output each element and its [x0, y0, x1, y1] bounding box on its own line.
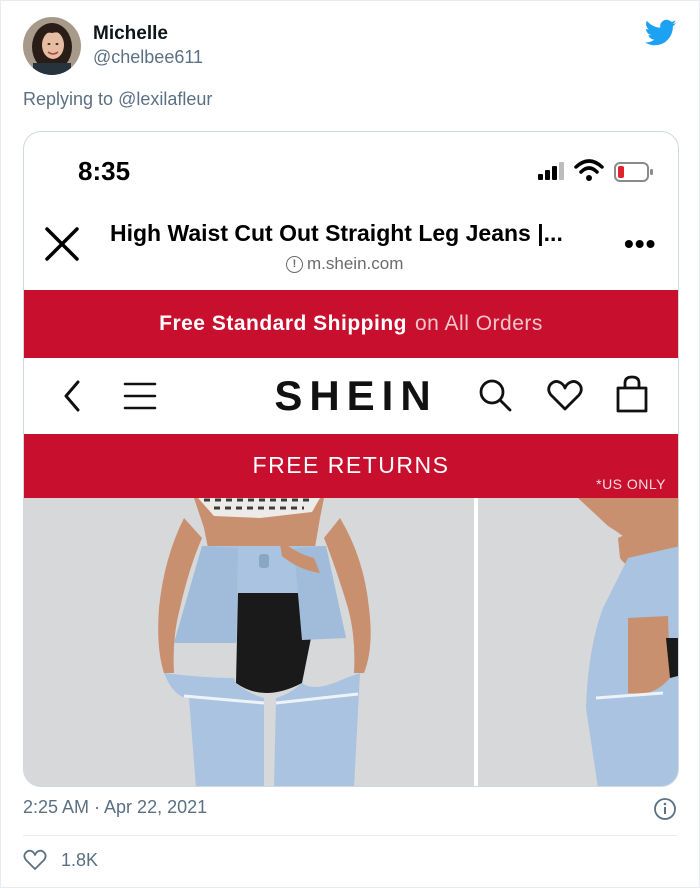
wifi-icon: [574, 159, 604, 181]
browser-url[interactable]: ! m.shein.com: [286, 254, 403, 274]
shipping-banner-light: on All Orders: [414, 312, 543, 335]
browser-page-title: High Waist Cut Out Straight Leg Jeans |.…: [110, 220, 563, 246]
like-action[interactable]: 1.8K: [23, 849, 98, 871]
reply-prefix: Replying to: [23, 89, 114, 109]
product-photos: [24, 498, 678, 786]
divider: [23, 835, 677, 836]
twitter-bird-icon[interactable]: [645, 19, 677, 47]
reply-mention-link[interactable]: @lexilafleur: [118, 89, 212, 109]
shopping-bag-icon[interactable]: [614, 374, 650, 414]
shipping-banner-strong: Free Standard Shipping: [159, 312, 407, 335]
product-photo-side[interactable]: [478, 498, 678, 786]
product-photo-front[interactable]: [24, 498, 474, 786]
like-heart-icon[interactable]: [23, 849, 47, 871]
returns-banner-note: *US ONLY: [596, 476, 666, 492]
site-info-icon[interactable]: !: [286, 255, 303, 273]
battery-icon: [614, 162, 653, 182]
browser-url-text: m.shein.com: [307, 254, 404, 273]
avatar[interactable]: [23, 17, 81, 75]
reply-context: Replying to @lexilafleur: [23, 89, 212, 110]
embedded-screenshot[interactable]: 8:35 High Waist Cut Out Straight Leg Jea…: [23, 131, 679, 787]
phone-clock: 8:35: [78, 156, 131, 186]
like-count: 1.8K: [61, 849, 99, 870]
tweet-timestamp[interactable]: 2:25 AM · Apr 22, 2021: [23, 797, 207, 818]
more-options-button[interactable]: •••: [624, 228, 656, 260]
user-handle[interactable]: @chelbee611: [93, 47, 203, 68]
user-name[interactable]: Michelle: [93, 23, 168, 45]
close-icon[interactable]: [42, 224, 82, 264]
heart-icon[interactable]: [546, 376, 584, 414]
search-icon[interactable]: [476, 376, 514, 414]
info-icon[interactable]: [653, 797, 677, 821]
signal-icon: [538, 162, 564, 180]
returns-banner[interactable]: FREE RETURNS *US ONLY: [24, 434, 678, 498]
shop-nav-bar: SHEIN: [24, 358, 678, 434]
tweet-card: Michelle @chelbee611 Replying to @lexila…: [0, 0, 700, 888]
returns-banner-text: FREE RETURNS: [252, 452, 450, 478]
shipping-banner[interactable]: Free Standard Shipping on All Orders: [24, 290, 678, 358]
